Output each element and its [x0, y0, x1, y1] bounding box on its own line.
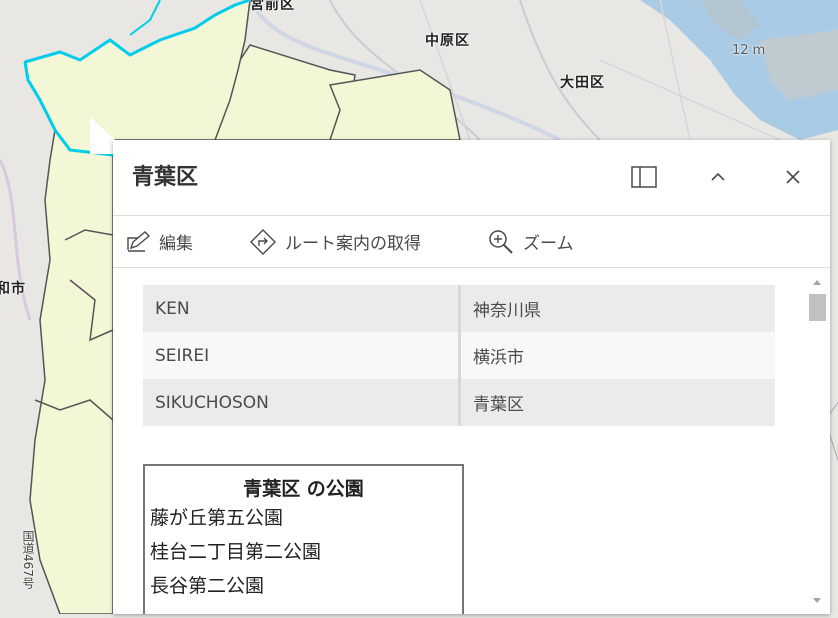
map-label-elevation: 12 m [732, 43, 766, 58]
attribute-key: SEIREI [143, 332, 461, 379]
parks-box: 青葉区 の公園 藤が丘第五公園 桂台二丁目第二公園 長谷第二公園 [143, 464, 464, 614]
attribute-value: 青葉区 [459, 379, 775, 426]
parks-title: 青葉区 の公園 [243, 478, 364, 500]
attribute-key: KEN [143, 285, 461, 332]
popup-title: 青葉区 [132, 165, 199, 190]
directions-action[interactable]: ルート案内の取得 [249, 216, 421, 267]
dock-icon [631, 166, 657, 188]
popup-actions: 編集 ルート案内の取得 ズーム [113, 215, 830, 268]
collapse-button[interactable] [701, 160, 735, 194]
table-row: SIKUCHOSON 青葉区 [143, 379, 775, 426]
popup-header: 青葉区 [113, 140, 830, 214]
zoom-action[interactable]: ズーム [487, 216, 574, 267]
attribute-key: SIKUCHOSON [143, 379, 461, 426]
map-label-nakahara: 中原区 [425, 33, 470, 49]
scroll-up-icon[interactable] [810, 276, 824, 288]
edit-action[interactable]: 編集 [125, 216, 193, 267]
scrollbar-thumb[interactable] [809, 294, 826, 321]
table-row: SEIREI 横浜市 [143, 332, 775, 379]
zoom-in-icon [489, 229, 513, 254]
attribute-value: 横浜市 [459, 332, 775, 379]
close-button[interactable] [776, 160, 810, 194]
scroll-down-icon[interactable] [810, 595, 824, 607]
directions-icon [250, 228, 276, 255]
close-icon [786, 170, 800, 184]
edit-icon [127, 230, 151, 252]
zoom-label: ズーム [523, 234, 574, 254]
attribute-table: KEN 神奈川県 SEIREI 横浜市 SIKUCHOSON 青葉区 [143, 285, 775, 426]
map-label-road: 国道467号 [21, 530, 35, 589]
list-item: 桂台二丁目第二公園 [150, 541, 322, 563]
scrollbar[interactable] [805, 273, 829, 614]
list-item: 藤が丘第五公園 [150, 507, 284, 529]
collapse-icon [711, 172, 725, 181]
map-label-miyamae: 宮前区 [250, 0, 295, 13]
list-item: 長谷第二公園 [150, 575, 265, 597]
directions-label: ルート案内の取得 [285, 234, 421, 254]
map-label-city: 和市 [0, 281, 26, 297]
table-row: KEN 神奈川県 [143, 285, 775, 332]
popup-content: KEN 神奈川県 SEIREI 横浜市 SIKUCHOSON 青葉区 青葉区 の… [113, 267, 830, 614]
map-label-ota: 大田区 [560, 75, 605, 91]
edit-label: 編集 [159, 234, 193, 254]
dock-button[interactable] [627, 160, 661, 194]
feature-popup: 青葉区 編集 ルート案内の取得 ズーム KEN 神奈川県 SEIREI 横浜市 … [113, 140, 830, 614]
attribute-value: 神奈川県 [459, 285, 775, 332]
